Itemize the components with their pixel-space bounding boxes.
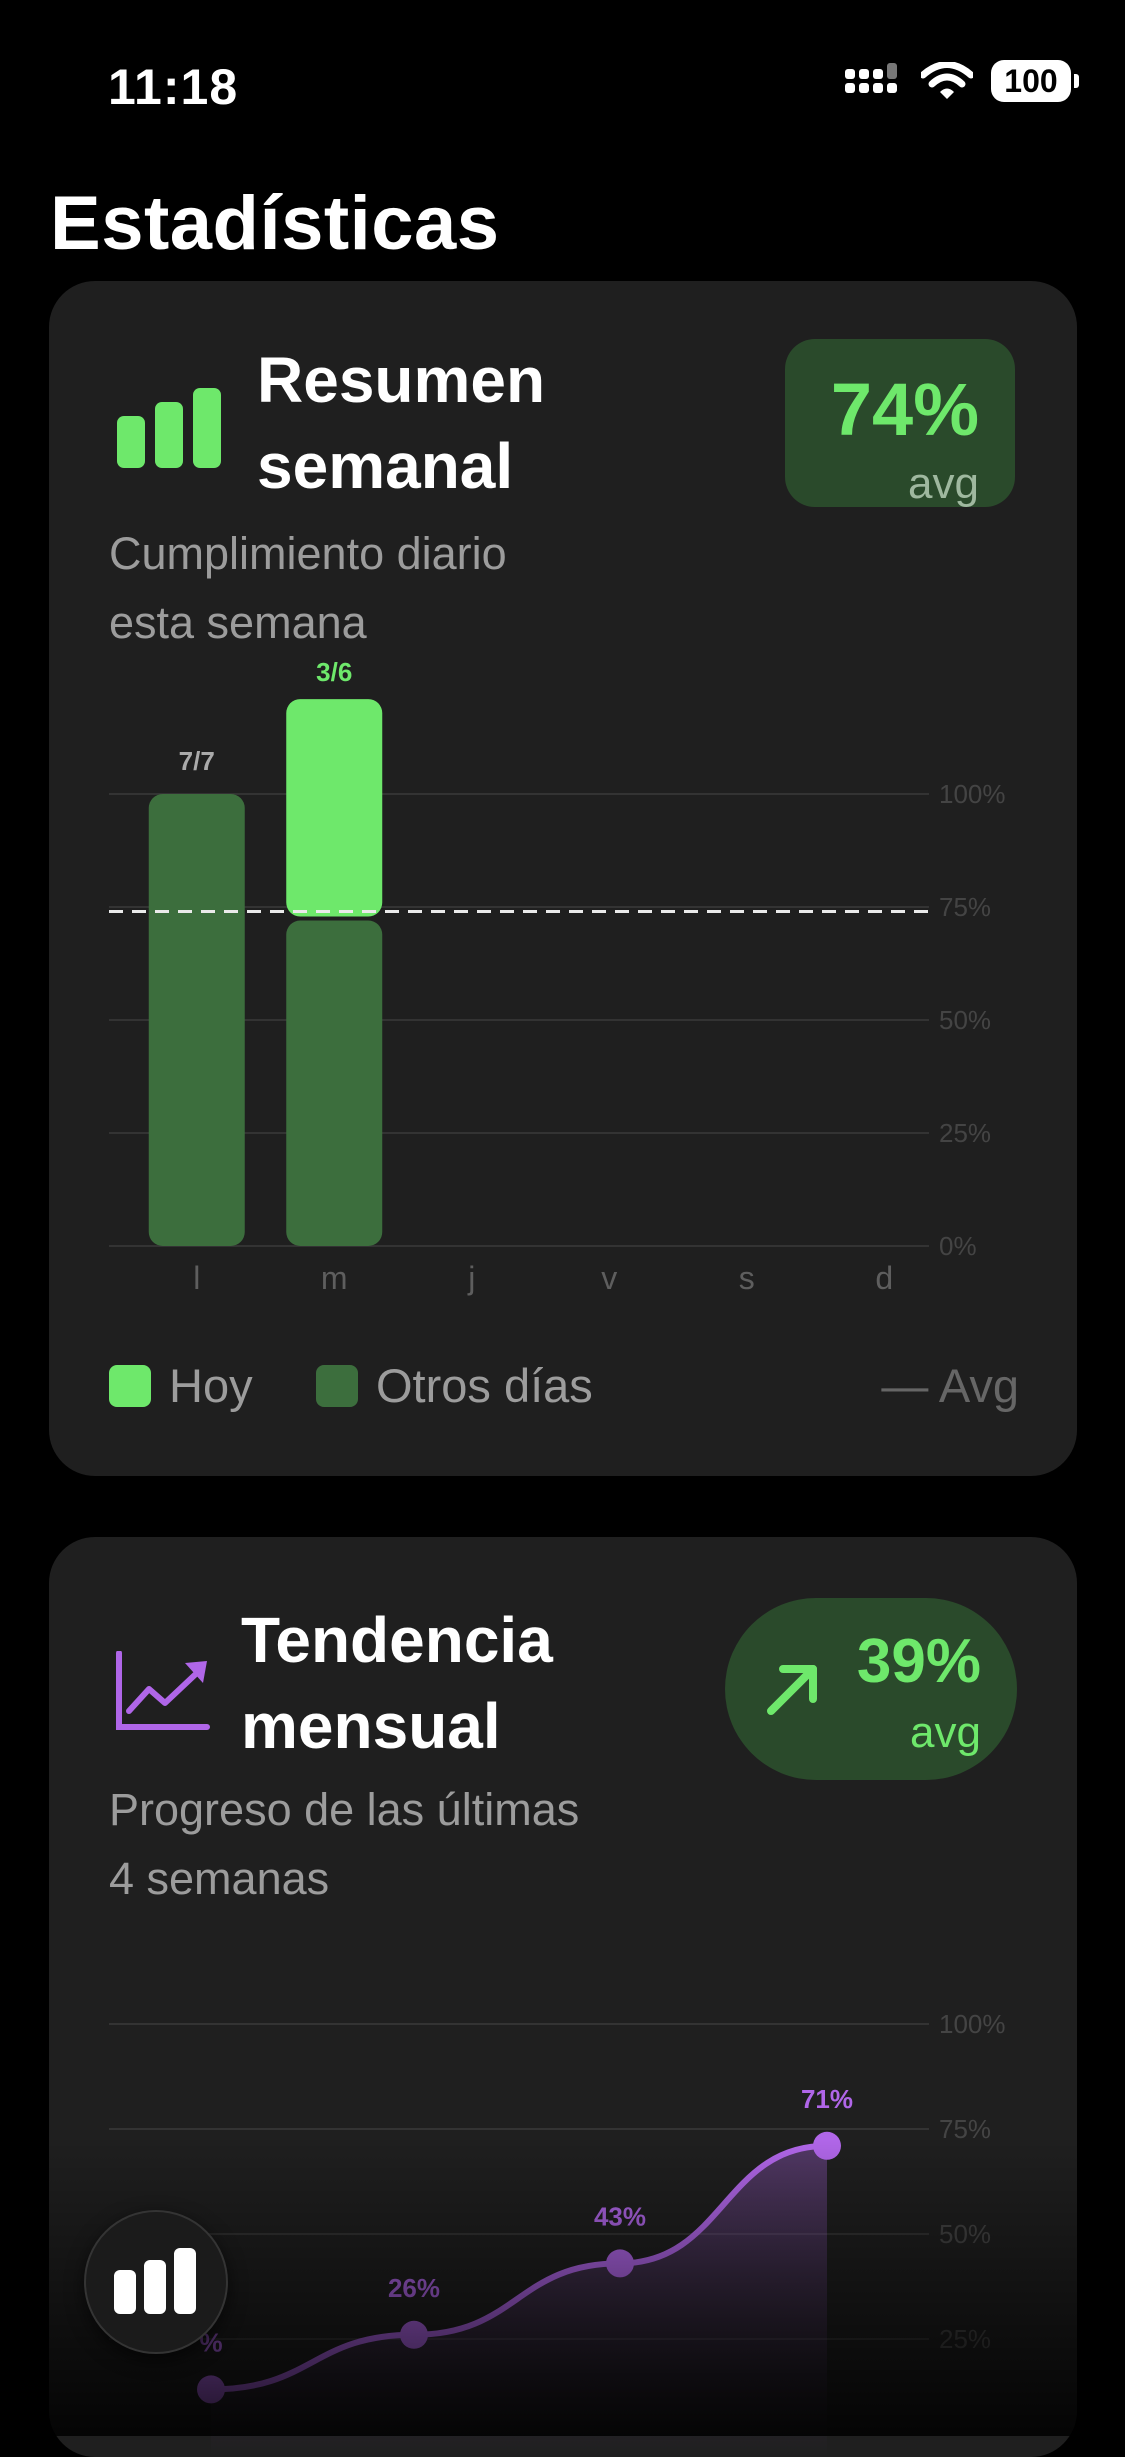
battery-indicator: 100 xyxy=(991,60,1079,102)
x-tick-label: d xyxy=(875,1260,893,1296)
trend-point xyxy=(606,2249,634,2278)
weekly-legend: Hoy Otros días — Avg xyxy=(109,1356,1019,1416)
x-tick-label: s xyxy=(739,1260,755,1296)
y-tick-label: 0% xyxy=(939,1231,977,1261)
bar-chart-icon xyxy=(114,2248,196,2314)
trend-data-label: 26% xyxy=(388,2273,440,2303)
legend-swatch-today xyxy=(109,1365,151,1407)
bar-other-days xyxy=(286,920,383,1246)
bar-other-days xyxy=(148,794,245,1246)
legend-other-days: Otros días xyxy=(376,1359,593,1412)
page-title: Estadísticas xyxy=(50,181,500,266)
bar-data-label: 7/7 xyxy=(179,746,215,776)
y-tick-label: 50% xyxy=(939,1005,991,1035)
y-tick-label: 75% xyxy=(939,2114,991,2144)
trend-point xyxy=(813,2131,841,2160)
x-tick-label: m xyxy=(321,1260,348,1296)
legend-swatch-other xyxy=(316,1365,358,1407)
signal-icon xyxy=(845,63,897,93)
y-tick-label: 25% xyxy=(939,1118,991,1148)
trend-point xyxy=(400,2320,428,2349)
x-tick-label: v xyxy=(601,1260,617,1296)
weekly-chart-svg: 100% 75% 50% 25% 0% l 7/7 m 3/6 j v s d xyxy=(109,657,1006,1296)
y-tick-label: 25% xyxy=(939,2324,991,2354)
trend-data-label: 43% xyxy=(594,2201,646,2231)
legend-today: Hoy xyxy=(169,1359,253,1412)
x-tick-label: l xyxy=(193,1260,200,1296)
weekly-summary-card[interactable]: Resumen semanal Cumplimiento diario esta… xyxy=(49,281,1077,1476)
stats-tab-button[interactable] xyxy=(84,2210,228,2354)
y-tick-label: 100% xyxy=(939,2009,1006,2039)
y-tick-label: 100% xyxy=(939,779,1006,809)
bar-data-label: 3/6 xyxy=(316,657,352,687)
y-tick-label: 75% xyxy=(939,892,991,922)
legend-avg: — Avg xyxy=(881,1359,1019,1412)
y-tick-label: 50% xyxy=(939,2219,991,2249)
weekly-bar-chart: 100% 75% 50% 25% 0% l 7/7 m 3/6 j v s d xyxy=(49,281,1077,1331)
status-bar: 11:18 100 xyxy=(0,0,1125,170)
x-tick-label: j xyxy=(467,1260,475,1296)
wifi-icon xyxy=(921,62,973,99)
bar-today xyxy=(286,699,383,917)
status-time: 11:18 xyxy=(108,59,239,115)
trend-data-label: 71% xyxy=(801,2084,853,2114)
status-icons: 100 xyxy=(845,60,1079,102)
trend-point xyxy=(197,2375,225,2404)
